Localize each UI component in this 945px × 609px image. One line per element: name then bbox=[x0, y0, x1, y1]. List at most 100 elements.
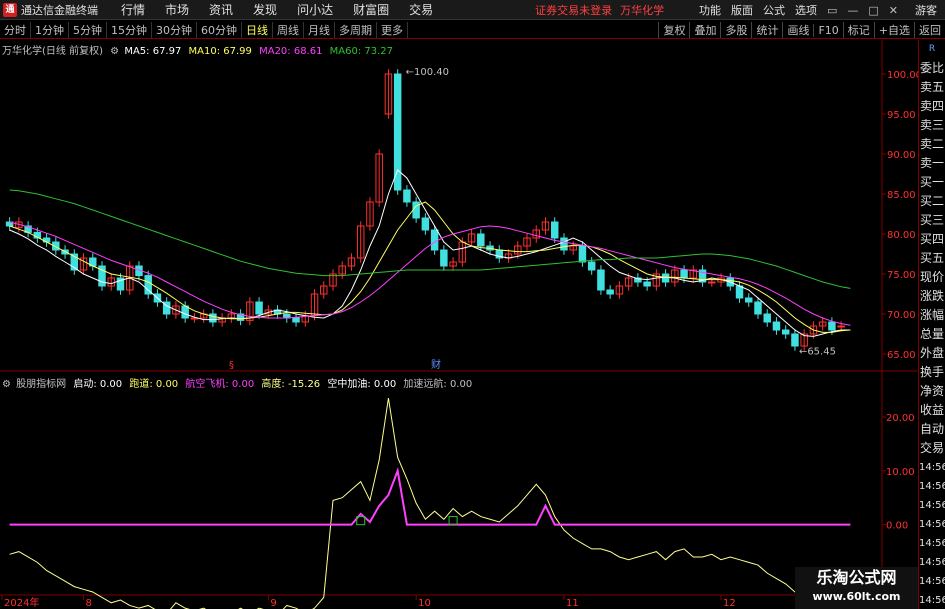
side-panel-item[interactable]: 卖二 bbox=[919, 135, 945, 154]
guest-user[interactable]: 游客 bbox=[915, 2, 937, 18]
side-panel-item[interactable]: 卖三 bbox=[919, 116, 945, 135]
side-panel-item[interactable]: 外盘 bbox=[919, 344, 945, 363]
side-panel-item[interactable]: 14:56 bbox=[919, 572, 945, 591]
side-panel-item[interactable]: 14:56 bbox=[919, 458, 945, 477]
indicator-gaodu: 高度: -15.26 bbox=[261, 379, 321, 390]
add-watchlist-button[interactable]: +自选 bbox=[873, 22, 914, 38]
mark-button[interactable]: 标记 bbox=[842, 22, 874, 38]
indicator-jiasu: 加速远航: 0.00 bbox=[403, 379, 473, 390]
period-monthly[interactable]: 月线 bbox=[304, 21, 335, 38]
period-weekly[interactable]: 周线 bbox=[273, 21, 304, 38]
period-multi[interactable]: 多周期 bbox=[335, 21, 377, 38]
y-tick-label: 75.00 bbox=[887, 270, 916, 281]
x-tick-label: 11 bbox=[566, 598, 579, 609]
indicator-name: 股朋指标网 bbox=[16, 379, 67, 390]
candle-body bbox=[763, 313, 771, 323]
ma-legend: 万华化学(日线 前复权) ⚙ MA5: 67.97 MA10: 67.99 MA… bbox=[2, 42, 393, 57]
period-more[interactable]: 更多 bbox=[377, 21, 408, 38]
menu-item-wealth[interactable]: 财富圈 bbox=[343, 1, 399, 18]
multi-stock-button[interactable]: 多股 bbox=[720, 22, 751, 38]
candle-body bbox=[837, 325, 845, 328]
overlay-button[interactable]: 叠加 bbox=[689, 22, 720, 38]
candle-body bbox=[209, 313, 217, 323]
side-panel-item[interactable]: 收益 bbox=[919, 401, 945, 420]
watermark-url: www.60lt.com bbox=[812, 590, 901, 603]
side-panel-item[interactable]: 交易 bbox=[919, 439, 945, 458]
period-15min[interactable]: 15分钟 bbox=[107, 21, 152, 38]
side-panel-item[interactable]: 现价 bbox=[919, 268, 945, 287]
side-panel-item[interactable]: 14:56 bbox=[919, 534, 945, 553]
side-panel-item[interactable]: 14:56 bbox=[919, 477, 945, 496]
high-price-label: ←100.40 bbox=[406, 67, 449, 78]
menu-item-trade[interactable]: 交易 bbox=[399, 1, 443, 18]
indicator-qidong: 启动: 0.00 bbox=[73, 379, 123, 390]
side-panel-item[interactable]: R bbox=[919, 40, 945, 59]
menu-item-layout[interactable]: 版面 bbox=[726, 2, 758, 18]
side-panel-item[interactable]: 买一 bbox=[919, 173, 945, 192]
minimize-icon[interactable]: — bbox=[842, 4, 863, 17]
side-panel-item[interactable]: 买二 bbox=[919, 192, 945, 211]
indicator-height-line bbox=[9, 398, 851, 609]
settings-icon[interactable]: ⚙ bbox=[2, 379, 11, 390]
side-panel-item[interactable]: 净资 bbox=[919, 382, 945, 401]
side-panel-item[interactable]: 涨幅 bbox=[919, 306, 945, 325]
side-panel-item[interactable]: 卖四 bbox=[919, 97, 945, 116]
draw-line-button[interactable]: 画线 bbox=[782, 22, 813, 38]
menu-item-formula[interactable]: 公式 bbox=[758, 2, 790, 18]
period-toolbar: 分时 1分钟 5分钟 15分钟 30分钟 60分钟 日线 周线 月线 多周期 更… bbox=[0, 21, 945, 39]
side-panel-item[interactable]: 买三 bbox=[919, 211, 945, 230]
menu-item-news[interactable]: 资讯 bbox=[199, 1, 243, 18]
candle-body bbox=[412, 201, 420, 219]
side-panel-item[interactable]: 14:56 bbox=[919, 553, 945, 572]
period-5min[interactable]: 5分钟 bbox=[69, 21, 107, 38]
settings-icon[interactable]: ⚙ bbox=[110, 46, 119, 57]
side-panel-item[interactable]: 14:56 bbox=[919, 591, 945, 609]
y-tick-label: 100.00 bbox=[887, 70, 918, 81]
menu-item-market[interactable]: 市场 bbox=[155, 1, 199, 18]
stats-button[interactable]: 统计 bbox=[751, 22, 782, 38]
period-1min[interactable]: 1分钟 bbox=[31, 21, 69, 38]
menu-item-options[interactable]: 选项 bbox=[790, 2, 822, 18]
event-marker: § bbox=[229, 360, 234, 371]
menu-item-quotes[interactable]: 行情 bbox=[111, 1, 155, 18]
app-title: 通达信金融终端 bbox=[21, 3, 98, 17]
kline-chart[interactable]: 65.0070.0075.0080.0085.0090.0095.00100.0… bbox=[0, 40, 918, 609]
y-tick-label: 95.00 bbox=[887, 110, 916, 121]
menu-item-assistant[interactable]: 问小达 bbox=[287, 1, 343, 18]
candle-body bbox=[421, 217, 430, 231]
title-bar: 通 通达信金融终端 行情 市场 资讯 发现 问小达 财富圈 交易 证券交易未登录… bbox=[0, 0, 945, 20]
side-panel-item[interactable]: 买四 bbox=[919, 230, 945, 249]
side-panel-item[interactable]: 买五 bbox=[919, 249, 945, 268]
back-button[interactable]: 返回 bbox=[914, 22, 945, 38]
period-intraday[interactable]: 分时 bbox=[0, 21, 31, 38]
maximize-icon[interactable]: □ bbox=[863, 4, 883, 17]
restore-icon[interactable]: ▭ bbox=[822, 4, 842, 17]
period-daily[interactable]: 日线 bbox=[242, 21, 273, 38]
candle-body bbox=[42, 237, 51, 243]
x-tick-label: 10 bbox=[418, 598, 431, 609]
candle-body bbox=[255, 301, 263, 315]
close-icon[interactable]: ✕ bbox=[884, 4, 903, 17]
side-panel-item[interactable]: 涨跌 bbox=[919, 287, 945, 306]
menu-item-discover[interactable]: 发现 bbox=[243, 1, 287, 18]
period-60min[interactable]: 60分钟 bbox=[197, 21, 242, 38]
candle-body bbox=[680, 269, 688, 279]
candle-body bbox=[781, 329, 790, 335]
candle-body bbox=[828, 321, 836, 331]
side-panel-item[interactable]: 14:56 bbox=[919, 496, 945, 515]
adjust-button[interactable]: 复权 bbox=[658, 22, 689, 38]
side-panel-item[interactable]: 自动 bbox=[919, 420, 945, 439]
candle-body bbox=[643, 281, 651, 287]
login-warning[interactable]: 证券交易未登录 bbox=[535, 2, 612, 18]
side-panel-item[interactable]: 14:56 bbox=[919, 515, 945, 534]
side-panel-item[interactable]: 委比 bbox=[919, 59, 945, 78]
side-panel-item[interactable]: 卖五 bbox=[919, 78, 945, 97]
side-panel-item[interactable]: 换手 bbox=[919, 363, 945, 382]
y-tick-label: 80.00 bbox=[887, 230, 916, 241]
side-panel-item[interactable]: 卖一 bbox=[919, 154, 945, 173]
f10-button[interactable]: F10 bbox=[813, 23, 842, 37]
side-panel-item[interactable]: 总量 bbox=[919, 325, 945, 344]
menu-item-function[interactable]: 功能 bbox=[694, 2, 726, 18]
period-30min[interactable]: 30分钟 bbox=[152, 21, 197, 38]
candle-body bbox=[550, 221, 559, 239]
